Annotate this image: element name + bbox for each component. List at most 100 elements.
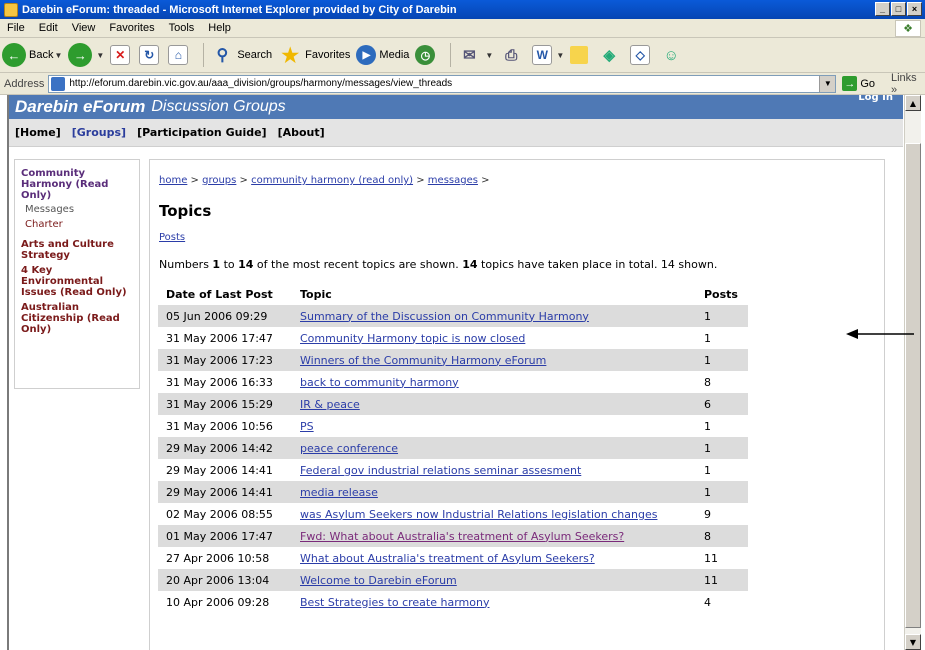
minimize-button[interactable]: _ bbox=[875, 2, 890, 16]
history-button[interactable]: ◷ bbox=[415, 41, 438, 69]
topic-link[interactable]: Welcome to Darebin eForum bbox=[300, 574, 457, 587]
breadcrumb-messages[interactable]: messages bbox=[428, 175, 478, 186]
windows-logo-icon: ❖ bbox=[895, 20, 921, 37]
login-link[interactable]: Log In bbox=[858, 95, 893, 103]
topic-link[interactable]: PS bbox=[300, 420, 314, 433]
breadcrumb: home > groups > community harmony (read … bbox=[159, 175, 490, 186]
breadcrumb-home[interactable]: home bbox=[159, 175, 187, 186]
nav-about[interactable]: [About] bbox=[278, 126, 325, 139]
window-controls: _ □ × bbox=[875, 2, 922, 16]
edit-button[interactable]: W ▼ bbox=[532, 41, 564, 69]
chevron-down-icon: ▼ bbox=[54, 50, 63, 60]
topic-link[interactable]: back to community harmony bbox=[300, 376, 459, 389]
menu-file[interactable]: File bbox=[0, 22, 32, 34]
research-icon: ◈ bbox=[603, 47, 615, 64]
messenger-button[interactable]: ☺ bbox=[659, 41, 686, 69]
menu-tools[interactable]: Tools bbox=[162, 22, 202, 34]
chevron-down-icon[interactable]: ▼ bbox=[819, 75, 836, 92]
chevron-down-icon: ▼ bbox=[556, 50, 565, 60]
breadcrumb-community-harmony[interactable]: community harmony (read only) bbox=[251, 175, 413, 186]
topics-summary: Numbers 1 to 14 of the most recent topic… bbox=[159, 258, 718, 271]
topic-link[interactable]: Winners of the Community Harmony eForum bbox=[300, 354, 546, 367]
table-row: 20 Apr 2006 13:04 Welcome to Darebin eFor… bbox=[158, 569, 748, 591]
menu-edit[interactable]: Edit bbox=[32, 22, 65, 34]
row-date: 31 May 2006 15:29 bbox=[158, 393, 292, 415]
refresh-button[interactable]: ↻ bbox=[139, 41, 162, 69]
links-button[interactable]: Links » bbox=[891, 72, 925, 96]
window-button[interactable]: ◇ bbox=[630, 41, 653, 69]
row-posts: 9 bbox=[704, 507, 711, 521]
messenger-icon: ☺ bbox=[663, 46, 679, 64]
media-label: Media bbox=[379, 49, 410, 61]
mail-icon: ✉ bbox=[463, 47, 476, 64]
back-button[interactable]: ← Back ▼ bbox=[2, 41, 62, 69]
breadcrumb-groups[interactable]: groups bbox=[202, 175, 236, 186]
table-row: 02 May 2006 08:55 was Asylum Seekers now … bbox=[158, 503, 748, 525]
site-subtitle: Discussion Groups bbox=[151, 98, 286, 115]
close-button[interactable]: × bbox=[907, 2, 922, 16]
window-icon: ◇ bbox=[630, 45, 651, 65]
sidebar-item-charter[interactable]: Charter bbox=[25, 219, 133, 231]
notes-button[interactable] bbox=[570, 41, 591, 69]
row-posts: 1 bbox=[696, 481, 748, 503]
research-button[interactable]: ◈ bbox=[597, 41, 624, 69]
search-icon: ⚲ bbox=[216, 47, 229, 64]
page-title: Topics bbox=[159, 202, 212, 220]
topic-link[interactable]: media release bbox=[300, 486, 378, 499]
topic-link[interactable]: IR & peace bbox=[300, 398, 360, 411]
posts-link[interactable]: Posts bbox=[159, 232, 185, 243]
go-arrow-icon: → bbox=[842, 76, 858, 91]
menu-help[interactable]: Help bbox=[201, 22, 238, 34]
sidebar-item-messages[interactable]: Messages bbox=[25, 204, 133, 216]
scroll-up-arrow-icon[interactable]: ▲ bbox=[905, 95, 921, 111]
mail-button[interactable]: ✉ ▼ bbox=[457, 41, 493, 69]
stop-button[interactable]: ✕ bbox=[110, 41, 133, 69]
content-panel: home > groups > community harmony (read … bbox=[149, 159, 885, 650]
menu-favorites[interactable]: Favorites bbox=[102, 22, 161, 34]
row-date: 29 May 2006 14:41 bbox=[158, 481, 292, 503]
nav-groups[interactable]: [Groups] bbox=[72, 126, 126, 139]
forward-button[interactable]: → ▼ bbox=[68, 41, 104, 69]
search-button[interactable]: ⚲ Search bbox=[210, 41, 272, 69]
topic-link[interactable]: Federal gov industrial relations seminar… bbox=[300, 464, 581, 477]
table-row: 27 Apr 2006 10:58 What about Australia's … bbox=[158, 547, 748, 569]
home-button[interactable]: ⌂ bbox=[168, 41, 191, 69]
menu-bar: File Edit View Favorites Tools Help ❖ bbox=[0, 19, 925, 38]
row-posts: 1 bbox=[696, 437, 748, 459]
go-button[interactable]: → Go bbox=[842, 76, 875, 91]
header-posts: Posts bbox=[704, 288, 738, 301]
address-label: Address bbox=[4, 77, 45, 90]
table-row: 31 May 2006 17:47 Community Harmony topic… bbox=[158, 327, 748, 349]
sidebar-group-environmental[interactable]: 4 Key Environmental Issues (Read Only) bbox=[21, 265, 133, 298]
menu-view[interactable]: View bbox=[65, 22, 103, 34]
topic-link[interactable]: Community Harmony topic is now closed bbox=[300, 332, 525, 345]
topic-link[interactable]: What about Australia's treatment of Asyl… bbox=[300, 552, 595, 565]
nav-participation-guide[interactable]: [Participation Guide] bbox=[137, 126, 267, 139]
scrollbar-thumb[interactable] bbox=[905, 143, 921, 628]
topic-link[interactable]: peace conference bbox=[300, 442, 398, 455]
topic-link[interactable]: Best Strategies to create harmony bbox=[300, 596, 489, 609]
row-posts: 8 bbox=[704, 375, 711, 389]
forward-arrow-icon: → bbox=[68, 43, 93, 67]
header-topic: Topic bbox=[300, 288, 332, 301]
scroll-down-arrow-icon[interactable]: ▼ bbox=[905, 634, 921, 650]
favorites-button[interactable]: ★ Favorites bbox=[278, 41, 350, 69]
nav-home[interactable]: [Home] bbox=[15, 126, 61, 139]
maximize-button[interactable]: □ bbox=[891, 2, 906, 16]
row-date: 05 Jun 2006 09:29 bbox=[158, 305, 292, 327]
site-brand[interactable]: Darebin eForum bbox=[15, 97, 145, 117]
row-date: 10 Apr 2006 09:28 bbox=[166, 595, 270, 609]
vertical-scrollbar[interactable]: ▲ ▼ bbox=[904, 95, 921, 650]
ie-app-icon bbox=[4, 2, 18, 17]
topic-link[interactable]: Fwd: What about Australia's treatment of… bbox=[300, 530, 624, 543]
home-icon: ⌂ bbox=[168, 45, 189, 65]
topic-link[interactable]: Summary of the Discussion on Community H… bbox=[300, 310, 589, 323]
media-button[interactable]: ▶ Media bbox=[356, 41, 409, 69]
sidebar-group-community-harmony[interactable]: Community Harmony (Read Only) bbox=[21, 168, 133, 201]
sidebar-group-citizenship[interactable]: Australian Citizenship (Read Only) bbox=[21, 302, 133, 335]
topic-link[interactable]: was Asylum Seekers now Industrial Relati… bbox=[300, 508, 657, 521]
search-label: Search bbox=[237, 49, 273, 61]
address-input[interactable]: http://eforum.darebin.vic.gov.au/aaa_div… bbox=[48, 74, 837, 93]
sidebar-group-arts-culture[interactable]: Arts and Culture Strategy bbox=[21, 239, 133, 261]
print-button[interactable]: ⎙ bbox=[499, 41, 526, 69]
